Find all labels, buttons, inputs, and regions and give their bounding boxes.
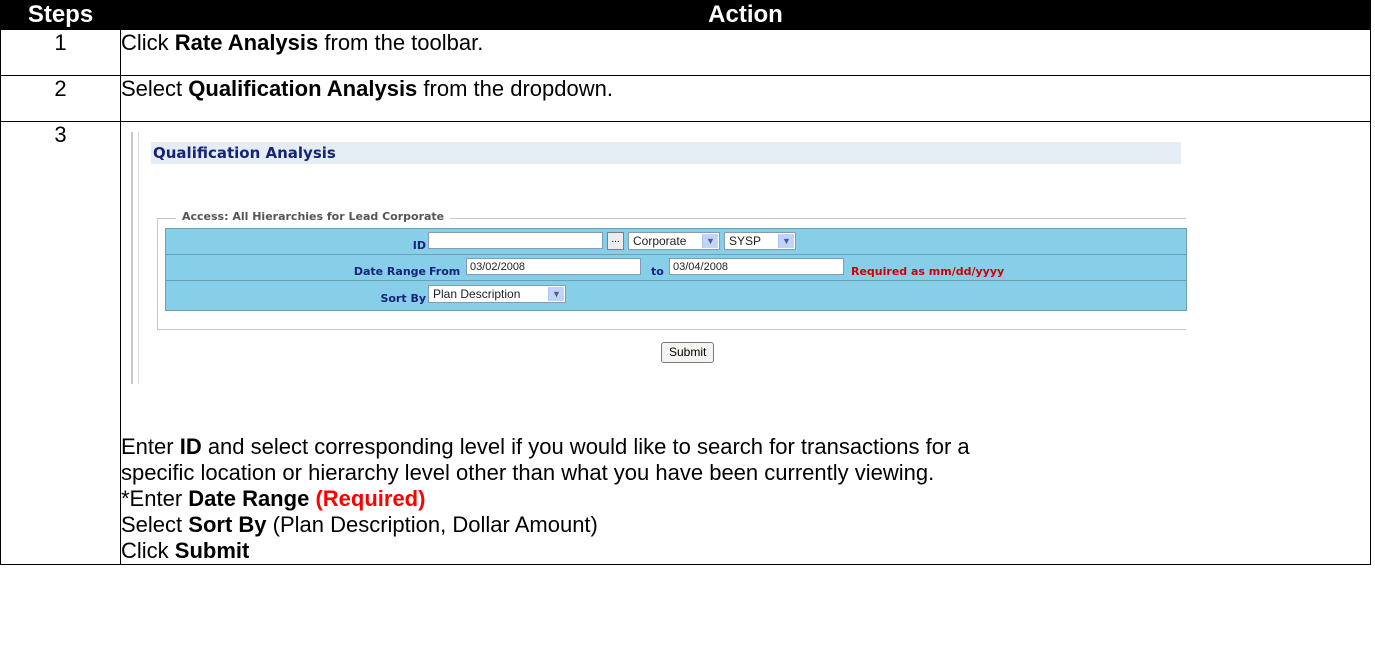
sort-by-row: Sort By Plan Description ▼ (166, 282, 1186, 307)
step-keyword: Date Range (188, 486, 310, 511)
step-description: Enter ID and select corresponding level … (121, 434, 1370, 564)
access-legend: Access: All Hierarchies for Lead Corpora… (176, 209, 451, 225)
chevron-down-icon: ▼ (548, 287, 564, 301)
step-text: Enter (121, 434, 180, 459)
description-line: Select Sort By (Plan Description, Dollar… (121, 512, 1370, 538)
step-text: Click (121, 30, 175, 55)
step-text: and select corresponding level if you wo… (201, 434, 970, 459)
step-text: from the dropdown. (417, 76, 613, 101)
sysp-select[interactable]: SYSP ▼ (724, 232, 796, 250)
date-range-row: Date Range From 03/02/2008 to 03/04/2008… (166, 255, 1186, 281)
header-row: Steps Action (0, 0, 1371, 30)
description-line: *Enter Date Range (Required) (121, 486, 1370, 512)
step-row: 2 Select Qualification Analysis from the… (0, 75, 1371, 122)
step-keyword: ID (179, 434, 202, 459)
step-text: from the toolbar. (318, 30, 484, 55)
chevron-down-icon: ▼ (702, 234, 718, 248)
step-keyword: Submit (174, 538, 250, 563)
step-action: Select Qualification Analysis from the d… (120, 75, 1371, 122)
level-select[interactable]: Corporate ▼ (628, 232, 720, 250)
submit-button[interactable]: Submit (661, 342, 715, 363)
step-text: Select (121, 512, 189, 537)
step-number: 2 (0, 75, 121, 122)
description-line: Click Submit (121, 538, 1370, 564)
step-text: *Enter (121, 486, 189, 511)
divider (138, 132, 139, 384)
required-label: (Required) (315, 486, 426, 511)
action-header: Action (120, 0, 1371, 30)
from-date-input[interactable]: 03/02/2008 (466, 258, 641, 275)
sort-by-label: Sort By (380, 292, 426, 305)
steps-header: Steps (0, 0, 121, 30)
chevron-down-icon: ▼ (778, 234, 794, 248)
step-action: Click Rate Analysis from the toolbar. (120, 29, 1371, 76)
divider (131, 132, 133, 384)
step-action: Qualification Analysis Access: All Hiera… (120, 121, 1371, 565)
step-row: 1 Click Rate Analysis from the toolbar. (0, 29, 1371, 76)
qualification-analysis-screenshot: Qualification Analysis Access: All Hiera… (131, 132, 1191, 384)
step-text: Click (121, 538, 175, 563)
search-form: ID ... Corporate ▼ SYSP ▼ Date Range From … (165, 228, 1187, 311)
step-text: (Plan Description, Dollar Amount) (266, 512, 598, 537)
sysp-select-value: SYSP (729, 234, 762, 248)
id-row: ID ... Corporate ▼ SYSP ▼ (166, 229, 1186, 255)
page-title: Qualification Analysis (153, 144, 336, 162)
step-row: 3 Qualification Analysis Access: All Hie… (0, 121, 1371, 565)
step-keyword: Sort By (188, 512, 267, 537)
step-text: Select (121, 76, 189, 101)
description-line: Enter ID and select corresponding level … (121, 434, 1370, 460)
level-select-value: Corporate (633, 234, 687, 248)
steps-table: Steps Action 1 Click Rate Analysis from … (0, 0, 1371, 565)
step-keyword: Rate Analysis (174, 30, 319, 55)
description-line: specific location or hierarchy level oth… (121, 460, 935, 485)
to-date-input[interactable]: 03/04/2008 (669, 258, 844, 275)
sort-by-select-value: Plan Description (433, 287, 521, 301)
step-number: 1 (0, 29, 121, 76)
lookup-button[interactable]: ... (607, 232, 624, 250)
step-keyword: Qualification Analysis (188, 76, 418, 101)
step-number: 3 (0, 121, 121, 565)
sort-by-select[interactable]: Plan Description ▼ (428, 285, 566, 303)
id-input[interactable] (428, 232, 603, 249)
